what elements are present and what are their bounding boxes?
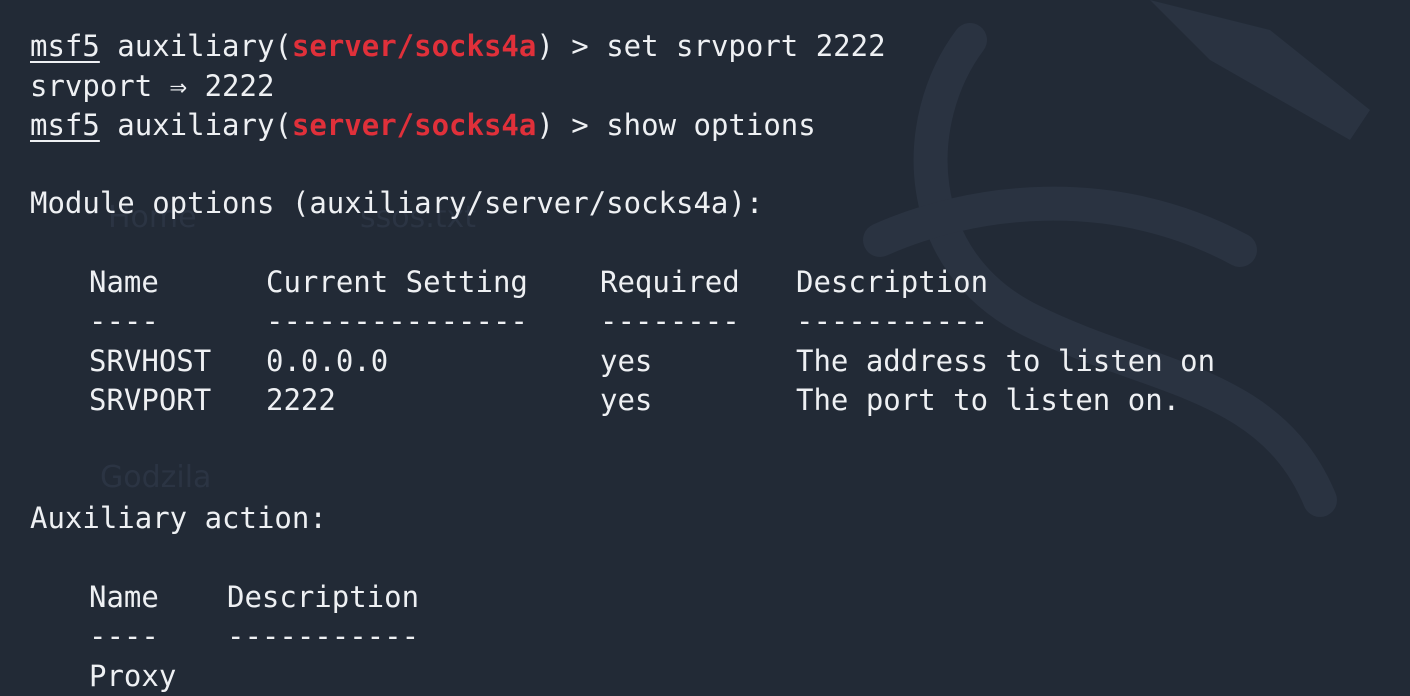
action-header-name: Name — [89, 580, 159, 614]
table-row-setting: 2222 — [266, 383, 336, 417]
command-line-1: msf5 auxiliary(server/socks4a) > set srv… — [30, 26, 886, 66]
prompt-prefix: msf5 — [30, 108, 100, 142]
module-path: server/socks4a — [291, 108, 537, 142]
options-header-description: Description — [796, 265, 989, 299]
table-row-description: The port to listen on. — [796, 383, 1181, 417]
command-line-2: msf5 auxiliary(server/socks4a) > show op… — [30, 105, 816, 145]
table-row-name: SRVPORT — [89, 383, 212, 417]
ghost-label-godzila: Godzila — [100, 460, 212, 495]
module-open: auxiliary( — [99, 108, 292, 142]
table-row-required: yes — [600, 383, 653, 417]
options-header-name: Name — [89, 265, 159, 299]
options-header-setting: Current Setting — [266, 265, 528, 299]
command-text: show options — [606, 108, 816, 142]
options-underline-name: ---- — [89, 304, 159, 338]
command-text: set srvport 2222 — [606, 29, 886, 63]
action-row-name: Proxy — [89, 659, 177, 693]
module-path: server/socks4a — [291, 29, 537, 63]
prompt-prefix: msf5 — [30, 29, 100, 63]
action-header-description: Description — [227, 580, 420, 614]
options-underline-description: ----------- — [796, 304, 989, 338]
module-close: ) > — [536, 29, 607, 63]
options-underline-required: -------- — [600, 304, 740, 338]
command-echo: srvport ⇒ 2222 — [30, 69, 275, 103]
table-row-setting: 0.0.0.0 — [266, 344, 389, 378]
terminal-window[interactable]: Home ssos.txt Godzila msf5 auxiliary(ser… — [0, 0, 1410, 696]
action-underline-description: ----------- — [227, 619, 420, 653]
auxiliary-action-title: Auxiliary action: — [30, 501, 327, 535]
action-underline-name: ---- — [89, 619, 159, 653]
module-options-title: Module options (auxiliary/server/socks4a… — [30, 186, 764, 220]
table-row-required: yes — [600, 344, 653, 378]
module-open: auxiliary( — [99, 29, 292, 63]
table-row-name: SRVHOST — [89, 344, 212, 378]
options-underline-setting: --------------- — [266, 304, 528, 338]
options-header-required: Required — [600, 265, 740, 299]
module-close: ) > — [536, 108, 607, 142]
table-row-description: The address to listen on — [796, 344, 1216, 378]
